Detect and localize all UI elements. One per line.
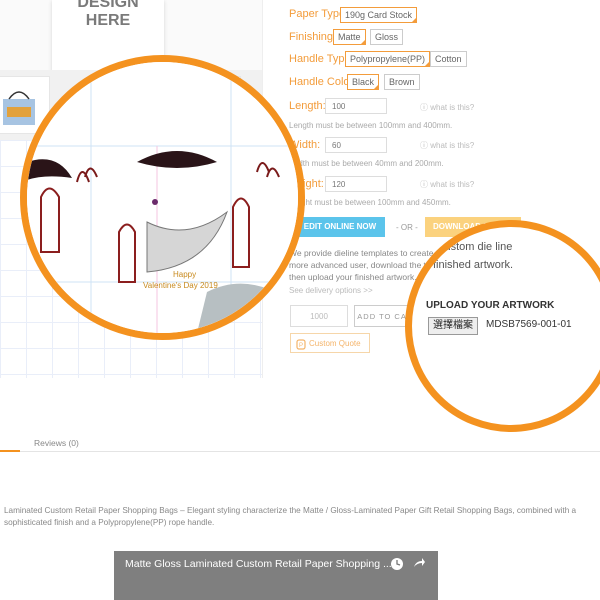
- zoom-circle-upload: our custom die line our finished artwork…: [405, 220, 600, 432]
- handle-color-option-brown[interactable]: Brown: [384, 74, 420, 90]
- height-hint: Height must be between 100mm and 450mm.: [289, 198, 451, 207]
- width-hint: Width must be between 40mm and 200mm.: [289, 159, 444, 168]
- custom-quote-button[interactable]: P Custom Quote: [290, 333, 370, 353]
- length-help-link[interactable]: ⓘ what is this?: [420, 102, 474, 113]
- choose-file-button[interactable]: 選擇檔案: [428, 317, 478, 335]
- zoom-circle-dieline: Happy Valentine's Day 2019: [20, 55, 305, 340]
- happy-text-line1: Happy: [173, 270, 196, 279]
- happy-text-line2: Valentine's Day 2019: [143, 281, 218, 290]
- upload-artwork-heading: UPLOAD YOUR ARTWORK: [426, 300, 555, 311]
- height-input[interactable]: 120: [325, 176, 387, 192]
- tab-reviews[interactable]: Reviews (0): [34, 438, 79, 448]
- finishing-label: Finishing: [289, 31, 334, 43]
- clock-icon[interactable]: [390, 557, 404, 576]
- width-help-link[interactable]: ⓘ what is this?: [420, 140, 474, 151]
- height-help-link[interactable]: ⓘ what is this?: [420, 179, 474, 190]
- design-card-line1: DESIGN: [77, 0, 139, 11]
- finishing-option-matte[interactable]: Matte: [333, 29, 366, 45]
- width-input[interactable]: 60: [325, 137, 387, 153]
- zoom-text-line1: our custom die line: [420, 241, 513, 253]
- svg-text:P: P: [299, 343, 303, 349]
- or-separator: - OR -: [396, 223, 418, 232]
- paper-type-option-190g[interactable]: 190g Card Stock: [340, 7, 418, 23]
- quote-icon: P: [296, 338, 306, 358]
- edit-online-button[interactable]: EDIT ONLINE NOW: [295, 217, 385, 237]
- product-description: Laminated Custom Retail Paper Shopping B…: [4, 506, 577, 527]
- delivery-options-link[interactable]: See delivery options >>: [289, 286, 373, 295]
- tab-active-indicator: [0, 450, 20, 452]
- length-hint: Length must be between 100mm and 400mm.: [289, 121, 453, 130]
- length-input[interactable]: 100: [325, 98, 387, 114]
- handle-type-label: Handle Type: [289, 53, 351, 65]
- handle-color-label: Handle Color: [289, 76, 354, 88]
- zoom-text-line2: our finished artwork.: [414, 259, 514, 271]
- selected-filename: MDSB7569-001-01: [486, 319, 572, 330]
- finishing-option-gloss[interactable]: Gloss: [370, 29, 404, 45]
- valentine-artwork: Happy Valentine's Day 2019: [27, 62, 298, 333]
- custom-quote-label: Custom Quote: [309, 339, 361, 348]
- handle-type-option-pp[interactable]: Polypropylene(PP): [345, 51, 431, 67]
- video-title[interactable]: Matte Gloss Laminated Custom Retail Pape…: [125, 558, 392, 570]
- handle-type-option-cotton[interactable]: Cotton: [430, 51, 467, 67]
- quantity-input[interactable]: 1000: [290, 305, 348, 327]
- paper-type-label: Paper Type: [289, 8, 346, 20]
- design-card-line2: HERE: [85, 12, 131, 29]
- tabs-divider: [0, 451, 600, 452]
- share-icon[interactable]: [412, 557, 426, 576]
- handle-color-option-black[interactable]: Black: [347, 74, 380, 90]
